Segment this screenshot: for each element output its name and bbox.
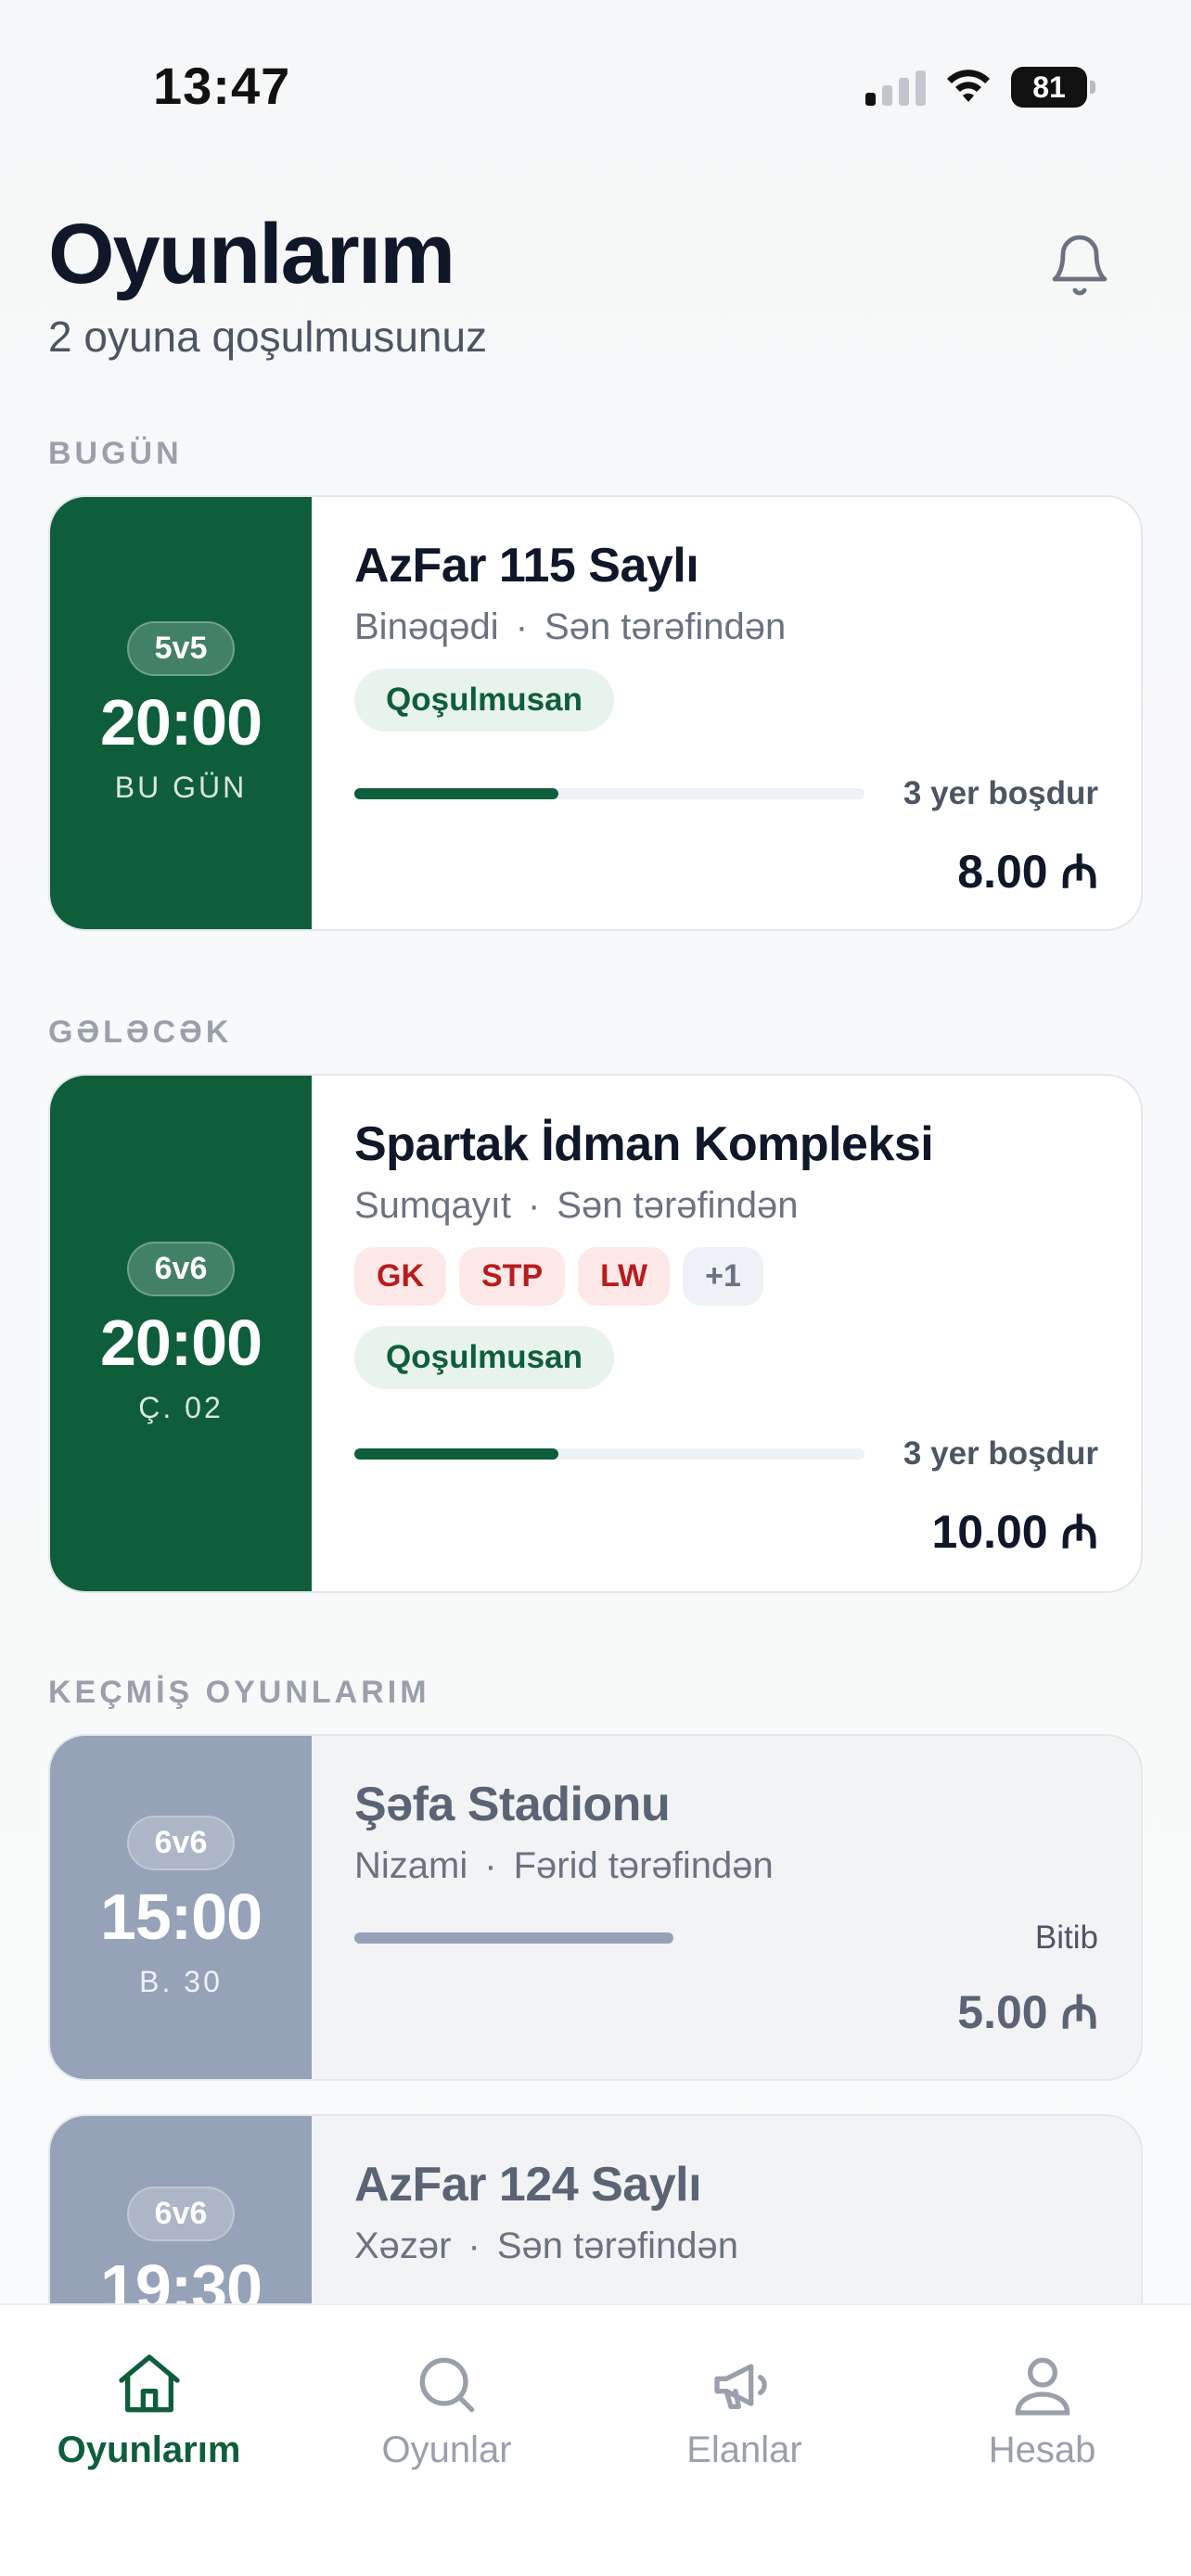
bottom-tab-bar: Oyunlarım Oyunlar Elanlar Hesab xyxy=(0,2303,1191,2576)
section-label-upcoming: GƏLƏCƏK xyxy=(48,1014,233,1050)
game-price: 5.00 ₼ xyxy=(957,1986,1098,2038)
game-meta: Xəzər · Sən tərəfindən xyxy=(354,2225,739,2266)
game-time: 20:00 xyxy=(99,1307,263,1380)
organizer: Sən tərəfindən xyxy=(544,606,787,647)
game-status: Bitib xyxy=(1034,1919,1098,1956)
position-tag: GK xyxy=(354,1247,446,1306)
game-meta: Sumqayıt · Sən tərəfindən xyxy=(354,1185,799,1226)
capacity-bar xyxy=(354,1448,864,1460)
area-name: Binəqədi xyxy=(354,606,499,647)
game-day: Ç. 02 xyxy=(138,1390,224,1424)
game-time-block: 6v6 20:00 Ç. 02 xyxy=(50,1076,312,1591)
page-subtitle: 2 oyuna qoşulmusunuz xyxy=(48,312,488,361)
game-time: 15:00 xyxy=(99,1881,263,1954)
more-tags: +1 xyxy=(683,1247,763,1306)
position-tag: LW xyxy=(578,1247,671,1306)
game-price: 10.00 ₼ xyxy=(931,1506,1098,1558)
spots-left: 3 yer boşdur xyxy=(903,775,1098,811)
joined-badge: Qoşulmusan xyxy=(354,1326,614,1389)
tab-oyunlar[interactable]: Oyunlar xyxy=(298,2348,596,2471)
game-info: Şəfa Stadionu Nizami · Fərid tərəfindən Bi… xyxy=(312,1736,1141,2079)
area-name: Nizami xyxy=(354,1845,468,1886)
game-meta: Binəqədi · Sən tərəfindən xyxy=(354,606,787,647)
status-bar: 13:47 81 xyxy=(0,0,1191,158)
section-label-past: KEÇMİŞ OYUNLARIM xyxy=(48,1675,430,1710)
format-badge: 6v6 xyxy=(126,1816,236,1871)
position-tag: STP xyxy=(459,1247,566,1306)
game-card[interactable]: 6v6 15:00 B. 30 Şəfa Stadionu Nizami · Fər… xyxy=(48,1734,1143,2081)
game-card[interactable]: 5v5 20:00 BU GÜN AzFar 115 Saylı Binəqəd… xyxy=(48,495,1143,931)
tab-hesab[interactable]: Hesab xyxy=(893,2348,1191,2471)
capacity-bar xyxy=(354,788,864,799)
organizer: Sən tərəfindən xyxy=(496,2225,739,2266)
joined-badge: Qoşulmusan xyxy=(354,669,614,732)
venue-name: Spartak İdman Kompleksi xyxy=(354,1117,934,1171)
tab-oyunlarim[interactable]: Oyunlarım xyxy=(0,2348,298,2471)
page-title: Oyunlarım xyxy=(48,207,455,301)
area-name: Xəzər xyxy=(354,2225,452,2266)
home-icon xyxy=(118,2354,180,2413)
game-price: 8.00 ₼ xyxy=(957,846,1098,898)
capacity-bar xyxy=(354,1932,673,1944)
megaphone-icon xyxy=(713,2364,767,2409)
battery-icon: 81 xyxy=(1011,67,1095,108)
organizer: Sən tərəfindən xyxy=(557,1185,799,1226)
status-time: 13:47 xyxy=(153,57,291,115)
user-icon xyxy=(1015,2357,1069,2416)
search-icon xyxy=(419,2357,474,2413)
wifi-icon xyxy=(947,70,990,102)
area-name: Sumqayıt xyxy=(354,1185,511,1226)
cellular-signal-icon xyxy=(865,69,926,106)
status-icons: 81 xyxy=(865,67,1095,108)
organizer: Fərid tərəfindən xyxy=(513,1845,774,1886)
game-card[interactable]: 6v6 20:00 Ç. 02 Spartak İdman Kompleksi … xyxy=(48,1074,1143,1593)
bell-icon[interactable] xyxy=(1046,232,1113,299)
game-day: BU GÜN xyxy=(114,770,248,804)
capacity-row: Bitib xyxy=(354,1919,1098,1957)
format-badge: 6v6 xyxy=(126,1242,236,1297)
game-info: AzFar 115 Saylı Binəqədi · Sən tərəfindən … xyxy=(312,497,1141,929)
spots-left: 3 yer boşdur xyxy=(903,1435,1098,1472)
format-badge: 6v6 xyxy=(126,2187,236,2241)
format-badge: 5v5 xyxy=(126,621,236,677)
section-label-today: BUGÜN xyxy=(48,436,183,471)
game-time-block: 5v5 20:00 BU GÜN xyxy=(50,497,312,929)
game-meta: Nizami · Fərid tərəfindən xyxy=(354,1845,774,1886)
venue-name: Şəfa Stadionu xyxy=(354,1778,671,1831)
tab-elanlar[interactable]: Elanlar xyxy=(596,2348,893,2471)
game-info: Spartak İdman Kompleksi Sumqayıt · Sən tər… xyxy=(312,1076,1141,1591)
position-tags: GK STP LW +1 xyxy=(354,1247,1098,1306)
game-time: 20:00 xyxy=(99,686,263,759)
capacity-row: 3 yer boşdur xyxy=(354,775,1098,812)
capacity-row: 3 yer boşdur xyxy=(354,1435,1098,1473)
venue-name: AzFar 124 Saylı xyxy=(354,2158,702,2212)
game-time-block: 6v6 15:00 B. 30 xyxy=(50,1736,312,2079)
game-day: B. 30 xyxy=(139,1964,223,1998)
venue-name: AzFar 115 Saylı xyxy=(354,539,699,593)
